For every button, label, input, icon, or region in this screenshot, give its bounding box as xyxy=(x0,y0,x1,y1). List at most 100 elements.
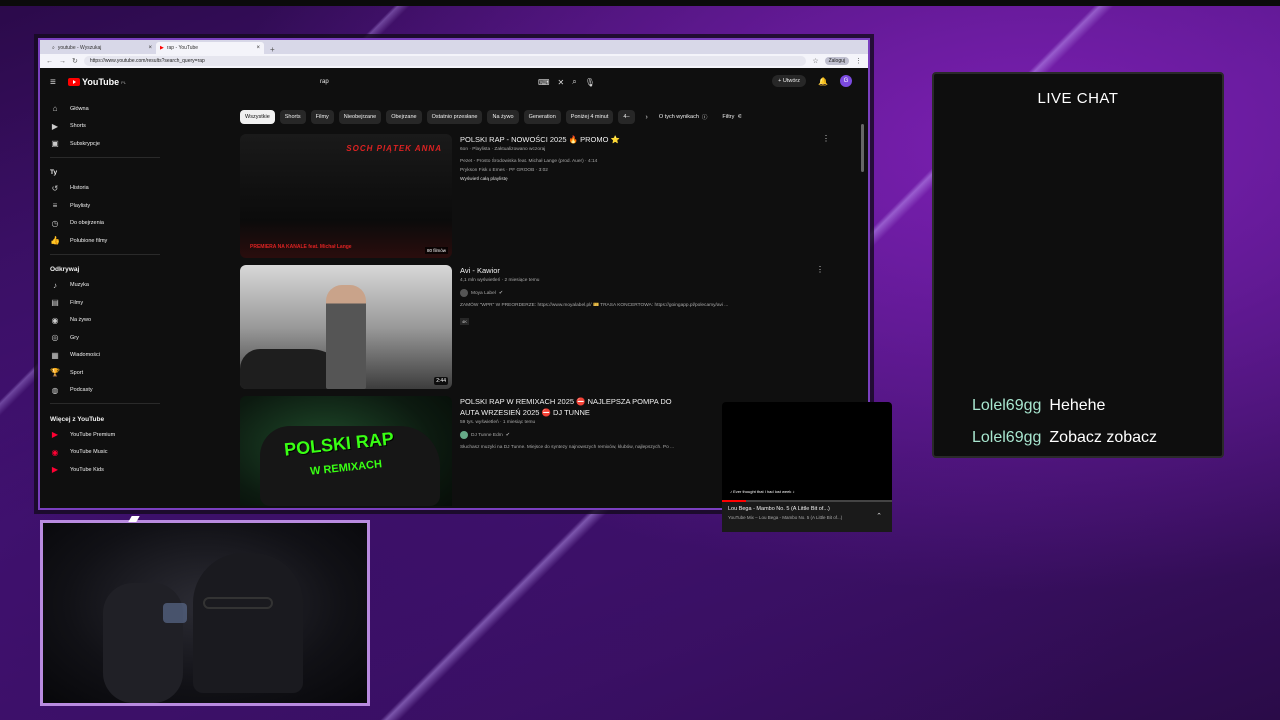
sidebar-heading-you[interactable]: Ty xyxy=(50,166,160,180)
sidebar-item-more-2[interactable]: ▶ YouTube Kids xyxy=(50,461,160,479)
sport-icon: 🏆 xyxy=(50,368,60,378)
sidebar-item-label: Wiadomości xyxy=(70,352,100,359)
playlist-item[interactable]: Prykson Fisk x Emes · PF GROOB · 3:02 xyxy=(460,166,840,175)
chat-message: Lolel69gg Zobacz zobacz xyxy=(972,422,1157,454)
youtube-logo[interactable]: YouTube PL xyxy=(68,77,126,87)
sidebar-item-more-0[interactable]: ▶ YouTube Premium xyxy=(50,426,160,444)
sidebar-item-you-2[interactable]: ◷ Do obejrzenia xyxy=(50,215,160,233)
sidebar-item-label: Muzyka xyxy=(70,282,89,289)
filter-chip[interactable]: Shorts xyxy=(279,110,306,124)
sidebar-item-explore-2[interactable]: ◉ Na żywo xyxy=(50,312,160,330)
result-info: 59 tys. wyświetleń · 1 miesiąc temu xyxy=(460,420,536,425)
video-thumbnail[interactable]: POLSKI RAP W REMIXACH xyxy=(240,396,452,506)
movies-icon: ▤ xyxy=(51,298,59,308)
login-button[interactable]: Zaloguj xyxy=(824,57,849,65)
tab-youtube-search[interactable]: ⌕ youtube - Wyszukaj × xyxy=(48,42,156,54)
video-thumbnail[interactable]: 2:44 xyxy=(240,265,452,389)
avatar[interactable]: G xyxy=(840,75,852,87)
mini-player-title[interactable]: Lou Bega - Mambo No. 5 (A Little Bit of.… xyxy=(728,506,886,512)
playlist-thumbnail[interactable]: SOCH PIĄTEK ANNA PREMIERA NA KANALE feat… xyxy=(240,134,452,258)
sidebar-item-main-0[interactable]: ⌂ Główna xyxy=(50,100,160,118)
channel-avatar[interactable] xyxy=(460,431,468,439)
search-icon[interactable]: ⌕ xyxy=(572,77,576,87)
clear-search-icon[interactable]: ✕ xyxy=(558,78,565,87)
filter-chip[interactable]: Ostatnio przesłane xyxy=(426,110,483,124)
hamburger-menu-icon[interactable]: ≡ xyxy=(50,77,68,88)
channel-name[interactable]: Moya Label xyxy=(471,291,496,296)
close-icon[interactable]: × xyxy=(256,45,260,51)
live-icon: ◉ xyxy=(51,315,59,325)
result-title[interactable]: POLSKI RAP W REMIXACH 2025 ⛔ NAJLEPSZA P… xyxy=(460,396,686,418)
sidebar-item-explore-3[interactable]: ◎ Gry xyxy=(50,329,160,347)
filter-chip[interactable]: Nieobejrzane xyxy=(338,110,382,124)
filter-chip[interactable]: Obejrzane xyxy=(386,110,422,124)
sidebar-item-main-2[interactable]: ▣ Subskrypcje xyxy=(50,135,160,153)
keyboard-icon[interactable]: ⌨ xyxy=(538,78,550,87)
menu-icon[interactable]: ⋮ xyxy=(855,57,862,65)
search-result-video[interactable]: 2:44 Avi - Kawior 4,1 mln wyświetleń · 2… xyxy=(240,265,860,389)
url-text: https://www.youtube.com/results?search_q… xyxy=(89,58,205,64)
back-icon[interactable]: ← xyxy=(46,58,53,65)
sidebar-item-you-3[interactable]: 👍 Polubione filmy xyxy=(50,232,160,250)
sidebar-item-you-0[interactable]: ↺ Historia xyxy=(50,180,160,198)
chat-message: Lolel69gg Hehehe xyxy=(972,390,1157,422)
youtube-header: ≡ YouTube PL ⌨ ✕ ⌕ 🎙 + Utwórz 🔔 G xyxy=(40,68,868,96)
result-meta: POLSKI RAP - NOWOŚCI 2025 🔥 PROMO ⭐ 6on … xyxy=(460,134,840,184)
channel-name[interactable]: DJ Tunne Edm xyxy=(471,433,503,438)
filter-chip[interactable]: Wszystkie xyxy=(240,110,275,124)
filter-chips: Wszystkie Shorts Filmy Nieobejrzane Obejrzan… xyxy=(240,110,742,124)
more-options-icon[interactable]: ⋮ xyxy=(816,265,824,274)
result-title[interactable]: Avi - Kawior xyxy=(460,265,840,276)
forward-icon[interactable]: → xyxy=(59,58,66,65)
sidebar-item-explore-4[interactable]: ▦ Wiadomości xyxy=(50,347,160,365)
sidebar-item-explore-5[interactable]: 🏆 Sport xyxy=(50,364,160,382)
gaming-icon: ◎ xyxy=(51,333,59,343)
podcast-icon: ◍ xyxy=(51,385,59,395)
new-tab-button[interactable]: + xyxy=(264,45,281,54)
verified-icon: ✔ xyxy=(498,290,503,296)
filter-chip[interactable]: Poniżej 4 minut xyxy=(565,110,614,124)
channel-avatar[interactable] xyxy=(460,289,468,297)
microphone-icon[interactable]: 🎙 xyxy=(585,78,595,87)
sidebar-item-explore-1[interactable]: ▤ Filmy xyxy=(50,294,160,312)
view-full-playlist-link[interactable]: Wyświetl całą playlistę xyxy=(460,175,840,184)
notifications-bell-icon[interactable]: 🔔 xyxy=(818,77,828,86)
filters-button[interactable]: Filtry ⚟ xyxy=(722,114,742,120)
sidebar-item-main-1[interactable]: ▶ Shorts xyxy=(50,118,160,136)
top-strip xyxy=(0,0,1280,6)
search-input[interactable] xyxy=(320,76,530,88)
url-field[interactable]: https://www.youtube.com/results?search_q… xyxy=(83,56,807,66)
chevron-up-icon[interactable]: ⌃ xyxy=(876,512,882,520)
channel-row[interactable]: Moya Label ✔ xyxy=(460,289,840,297)
sidebar-item-more-1[interactable]: ◉ YouTube Music xyxy=(50,444,160,462)
video-duration: 2:44 xyxy=(434,377,448,385)
filter-chip[interactable]: Filmy xyxy=(310,110,334,124)
sidebar-item-explore-0[interactable]: ♪ Muzyka xyxy=(50,277,160,295)
sidebar-item-label: Playlisty xyxy=(70,202,91,209)
sidebar-item-explore-6[interactable]: ◍ Podcasty xyxy=(50,382,160,400)
close-icon[interactable]: × xyxy=(148,45,152,51)
search-result-playlist[interactable]: SOCH PIĄTEK ANNA PREMIERA NA KANALE feat… xyxy=(240,134,860,258)
reload-icon[interactable]: ↻ xyxy=(72,57,78,65)
channel-row[interactable]: DJ Tunne Edm ✔ xyxy=(460,431,686,439)
tab-rap-youtube[interactable]: ▶ rap - YouTube × xyxy=(156,42,264,54)
result-title[interactable]: POLSKI RAP - NOWOŚCI 2025 🔥 PROMO ⭐ xyxy=(460,134,840,145)
star-icon[interactable]: ☆ xyxy=(812,57,818,65)
more-options-icon[interactable]: ⋮ xyxy=(822,134,830,143)
page-scrollbar[interactable] xyxy=(861,124,864,172)
create-button[interactable]: + Utwórz xyxy=(772,75,807,87)
header-actions: + Utwórz 🔔 G xyxy=(772,75,852,87)
chevron-right-icon[interactable]: › xyxy=(646,114,648,121)
sidebar-item-you-1[interactable]: ≡ Playlisty xyxy=(50,197,160,215)
mini-player[interactable]: ♪ Ever thought that I had lost week ♪ Lo… xyxy=(722,402,892,532)
filter-chip[interactable]: Na żywo xyxy=(487,110,519,124)
shorts-icon: ▶ xyxy=(51,121,59,131)
about-results-button[interactable]: O tych wynikach ⓘ xyxy=(659,113,708,121)
sidebar-item-label: YouTube Premium xyxy=(70,431,116,438)
filter-chip[interactable]: Generation xyxy=(523,110,561,124)
playlist-item[interactable]: Pezet - Prosto Środowiska feat. Michał L… xyxy=(460,157,840,166)
sidebar-item-label: Polubione filmy xyxy=(70,237,108,244)
filter-chip[interactable]: 4– xyxy=(618,110,635,124)
sidebar-item-label: Subskrypcje xyxy=(70,140,100,147)
filters-label: Filtry xyxy=(722,114,735,120)
